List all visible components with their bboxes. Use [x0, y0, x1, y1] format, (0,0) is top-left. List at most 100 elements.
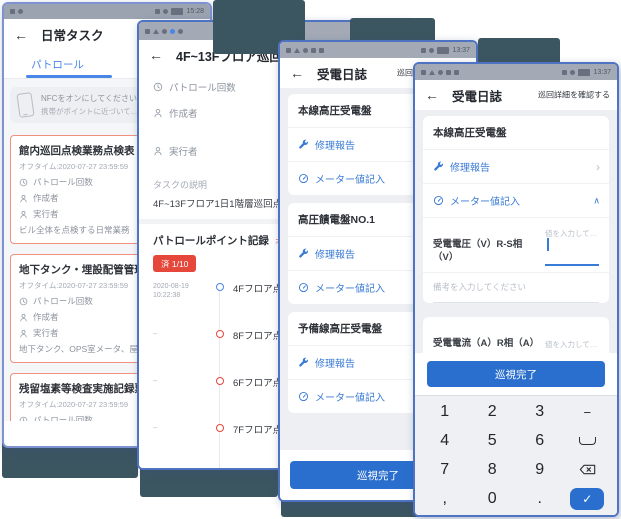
battery-icon: [437, 46, 450, 54]
back-icon[interactable]: ←: [14, 28, 28, 42]
voltage-field-row: 受電電圧（V）R-S相（V） 値を入力して…: [423, 218, 609, 273]
key-8[interactable]: 8: [469, 456, 517, 485]
status-bar: 15:28: [4, 4, 210, 19]
notification-icon: [18, 9, 23, 14]
backspace-icon: [579, 464, 596, 475]
person-icon: [19, 329, 28, 338]
battery-icon: [578, 68, 591, 76]
person-icon: [19, 313, 28, 322]
remark-field-row[interactable]: 備考を入力してください: [423, 273, 609, 303]
timeline-dot-done: [216, 283, 224, 291]
numeric-keyboard: 1 2 3 − 4 5 6 7 8 9 , 0 . ✓: [415, 395, 617, 515]
sim-icon: [286, 47, 291, 53]
field-patrol-count: パトロール回数: [33, 415, 93, 421]
key-period[interactable]: .: [516, 484, 564, 513]
tab-patrol[interactable]: パトロール: [4, 50, 111, 78]
key-confirm[interactable]: ✓: [564, 484, 612, 513]
key-2[interactable]: 2: [469, 398, 517, 427]
key-1[interactable]: 1: [421, 398, 469, 427]
nfc-hint-line1: NFCをオンにしてください: [41, 94, 137, 103]
nfc-hint-line2: 携帯がポイントに近づいて...: [41, 107, 138, 116]
key-0[interactable]: 0: [469, 484, 517, 513]
field-creator: 作成者: [169, 109, 198, 120]
key-space[interactable]: [564, 427, 612, 456]
vibrate-icon: [311, 47, 316, 53]
tab-patrol-label: パトロール: [31, 58, 84, 71]
timeline-dot-pending: [216, 424, 224, 432]
status-bar: 13:37: [280, 42, 476, 58]
key-7[interactable]: 7: [421, 456, 469, 485]
page-title: 日常タスク: [41, 29, 104, 43]
key-6[interactable]: 6: [516, 427, 564, 456]
status-time: 13:37: [593, 68, 611, 76]
repair-report-label: 修理報告: [450, 163, 490, 174]
sim-icon: [145, 28, 150, 34]
alarm-icon: [421, 47, 427, 53]
meter-entry-label: メーター値記入: [315, 284, 385, 295]
check-icon: ✓: [570, 487, 605, 510]
key-minus[interactable]: −: [564, 398, 612, 427]
person-icon: [19, 210, 28, 219]
signal-icon: [153, 28, 159, 34]
panel-name: 本線高圧受電盤: [423, 116, 609, 150]
patrol-detail-link[interactable]: 巡回詳細を確認する: [538, 90, 610, 101]
field-executor: 実行者: [169, 147, 198, 158]
back-icon[interactable]: ←: [290, 66, 304, 80]
timeline-timestamp-empty: –: [153, 376, 158, 385]
key-comma[interactable]: ,: [421, 484, 469, 513]
wrench-icon: [298, 139, 309, 150]
meter-icon: [298, 391, 309, 402]
patrol-complete-label: 巡視完了: [357, 469, 399, 482]
patrol-complete-button[interactable]: 巡視完了: [427, 361, 605, 387]
location-icon: [170, 28, 175, 34]
key-3[interactable]: 3: [516, 398, 564, 427]
status-bar: 13:37: [415, 64, 617, 80]
repair-report-label: 修理報告: [315, 359, 355, 370]
meter-entry-label: メーター値記入: [450, 197, 520, 208]
back-icon[interactable]: ←: [149, 48, 163, 62]
field-executor: 実行者: [33, 328, 59, 338]
patrol-complete-label: 巡視完了: [495, 368, 537, 381]
status-time: 13:37: [452, 46, 470, 54]
field-executor: 実行者: [33, 209, 59, 219]
back-icon[interactable]: ←: [425, 88, 439, 102]
clock-icon: [19, 178, 28, 187]
meter-icon: [298, 282, 309, 293]
timeline-timestamp-empty: –: [153, 329, 158, 338]
signal-icon: [429, 69, 435, 75]
key-9[interactable]: 9: [516, 456, 564, 485]
person-icon: [19, 194, 28, 203]
voltage-input[interactable]: 値を入力して…: [545, 226, 599, 272]
meter-icon: [433, 195, 444, 206]
space-icon: [578, 437, 596, 446]
bluetooth-icon: [155, 9, 161, 14]
key-backspace[interactable]: [564, 456, 612, 485]
remark-placeholder: 備考を入力してください: [433, 281, 599, 303]
tab-active-indicator: [26, 75, 112, 78]
clock-icon: [19, 297, 28, 306]
alarm-icon: [163, 9, 169, 14]
meter-entry-label: メーター値記入: [315, 393, 385, 404]
alarm-icon: [562, 69, 568, 75]
key-5[interactable]: 5: [469, 427, 517, 456]
voltage-field-label: 受電電圧（V）R-S相（V）: [433, 239, 523, 264]
person-icon: [153, 108, 163, 118]
nfc-status-icon: [319, 47, 324, 53]
meter-entry-link[interactable]: メーター値記入 ∧: [423, 184, 609, 218]
nfc-status-icon: [454, 69, 459, 75]
field-patrol-count: パトロール回数: [33, 296, 93, 306]
current-placeholder: 値を入力して…: [545, 340, 598, 349]
timeline-dot-pending: [216, 377, 224, 385]
battery-icon: [171, 8, 184, 15]
vibrate-icon: [446, 69, 451, 75]
field-creator: 作成者: [33, 312, 59, 322]
repair-report-link[interactable]: 修理報告 ›: [423, 150, 609, 184]
field-patrol-count: パトロール回数: [169, 83, 236, 94]
key-4[interactable]: 4: [421, 427, 469, 456]
page-title: 受電日誌: [317, 67, 368, 82]
wifi-icon: [303, 47, 308, 53]
meter-icon: [298, 173, 309, 184]
timeline-timestamp: 2020-08-19 10:22:38: [153, 283, 189, 300]
field-creator: 作成者: [33, 193, 59, 203]
timeline-dot-pending: [216, 330, 224, 338]
